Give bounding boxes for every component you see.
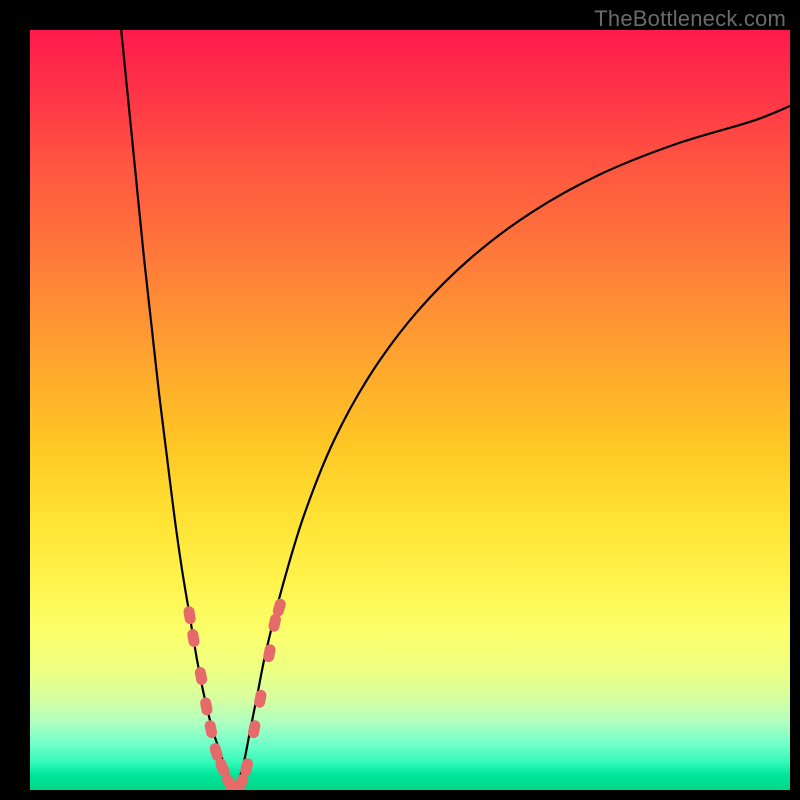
data-marker: [183, 605, 197, 625]
curve-right-branch: [235, 106, 790, 790]
data-marker: [194, 666, 208, 686]
chart-container: { "watermark": "TheBottleneck.com", "col…: [0, 0, 800, 800]
marker-group: [183, 597, 287, 790]
curve-left-branch: [121, 30, 235, 790]
plot-area: [30, 30, 790, 790]
watermark-text: TheBottleneck.com: [594, 6, 786, 32]
curve-layer: [30, 30, 790, 790]
data-marker: [199, 697, 213, 717]
data-marker: [186, 628, 200, 648]
data-marker: [204, 719, 219, 739]
